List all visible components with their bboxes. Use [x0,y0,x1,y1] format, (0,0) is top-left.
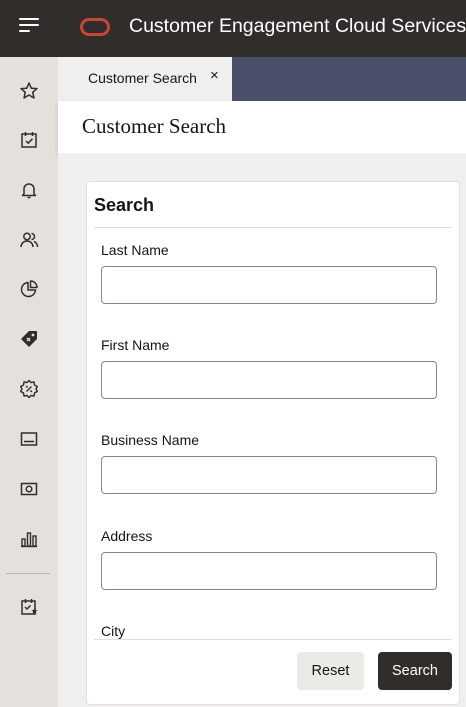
left-nav-rail [0,57,58,707]
tab-customer-search[interactable]: Customer Search × [58,57,232,101]
price-tag-icon[interactable] [9,321,49,357]
page-title: Customer Search [82,114,227,138]
main-content: Search Last Name First Name Business Nam… [58,153,466,707]
search-button[interactable]: Search [378,652,452,690]
bell-icon[interactable] [9,172,49,208]
search-panel-title: Search [94,195,155,215]
reset-button[interactable]: Reset [297,652,364,690]
screen-icon[interactable] [9,421,49,457]
business-name-label: Business Name [101,432,200,448]
business-name-input[interactable] [101,456,437,494]
panel-divider [94,227,452,228]
rail-divider [6,573,50,574]
oracle-logo-icon [80,18,110,36]
calendar-check-icon[interactable] [9,122,49,158]
bar-chart-icon[interactable] [9,521,49,557]
address-input[interactable] [101,552,437,590]
hamburger-menu-icon[interactable] [19,17,39,33]
search-panel-footer: Reset Search [94,639,452,704]
page-title-bar: Customer Search [58,101,466,153]
app-title: Customer Engagement Cloud Services [129,15,466,37]
tab-label: Customer Search [88,70,197,86]
first-name-input[interactable] [101,361,437,399]
first-name-label: First Name [101,337,170,353]
pie-chart-icon[interactable] [9,271,49,307]
people-icon[interactable] [9,222,49,258]
close-icon[interactable]: × [210,67,219,84]
task-star-icon[interactable] [9,589,49,625]
star-icon[interactable] [9,73,49,109]
city-label: City [101,623,126,639]
app-header: Customer Engagement Cloud Services [0,0,466,57]
address-label: Address [101,528,153,544]
last-name-input[interactable] [101,266,437,304]
percent-badge-icon[interactable] [9,371,49,407]
camera-icon[interactable] [9,471,49,507]
search-panel: Search Last Name First Name Business Nam… [86,181,460,705]
tab-strip: Customer Search × [58,57,466,101]
last-name-label: Last Name [101,242,169,258]
